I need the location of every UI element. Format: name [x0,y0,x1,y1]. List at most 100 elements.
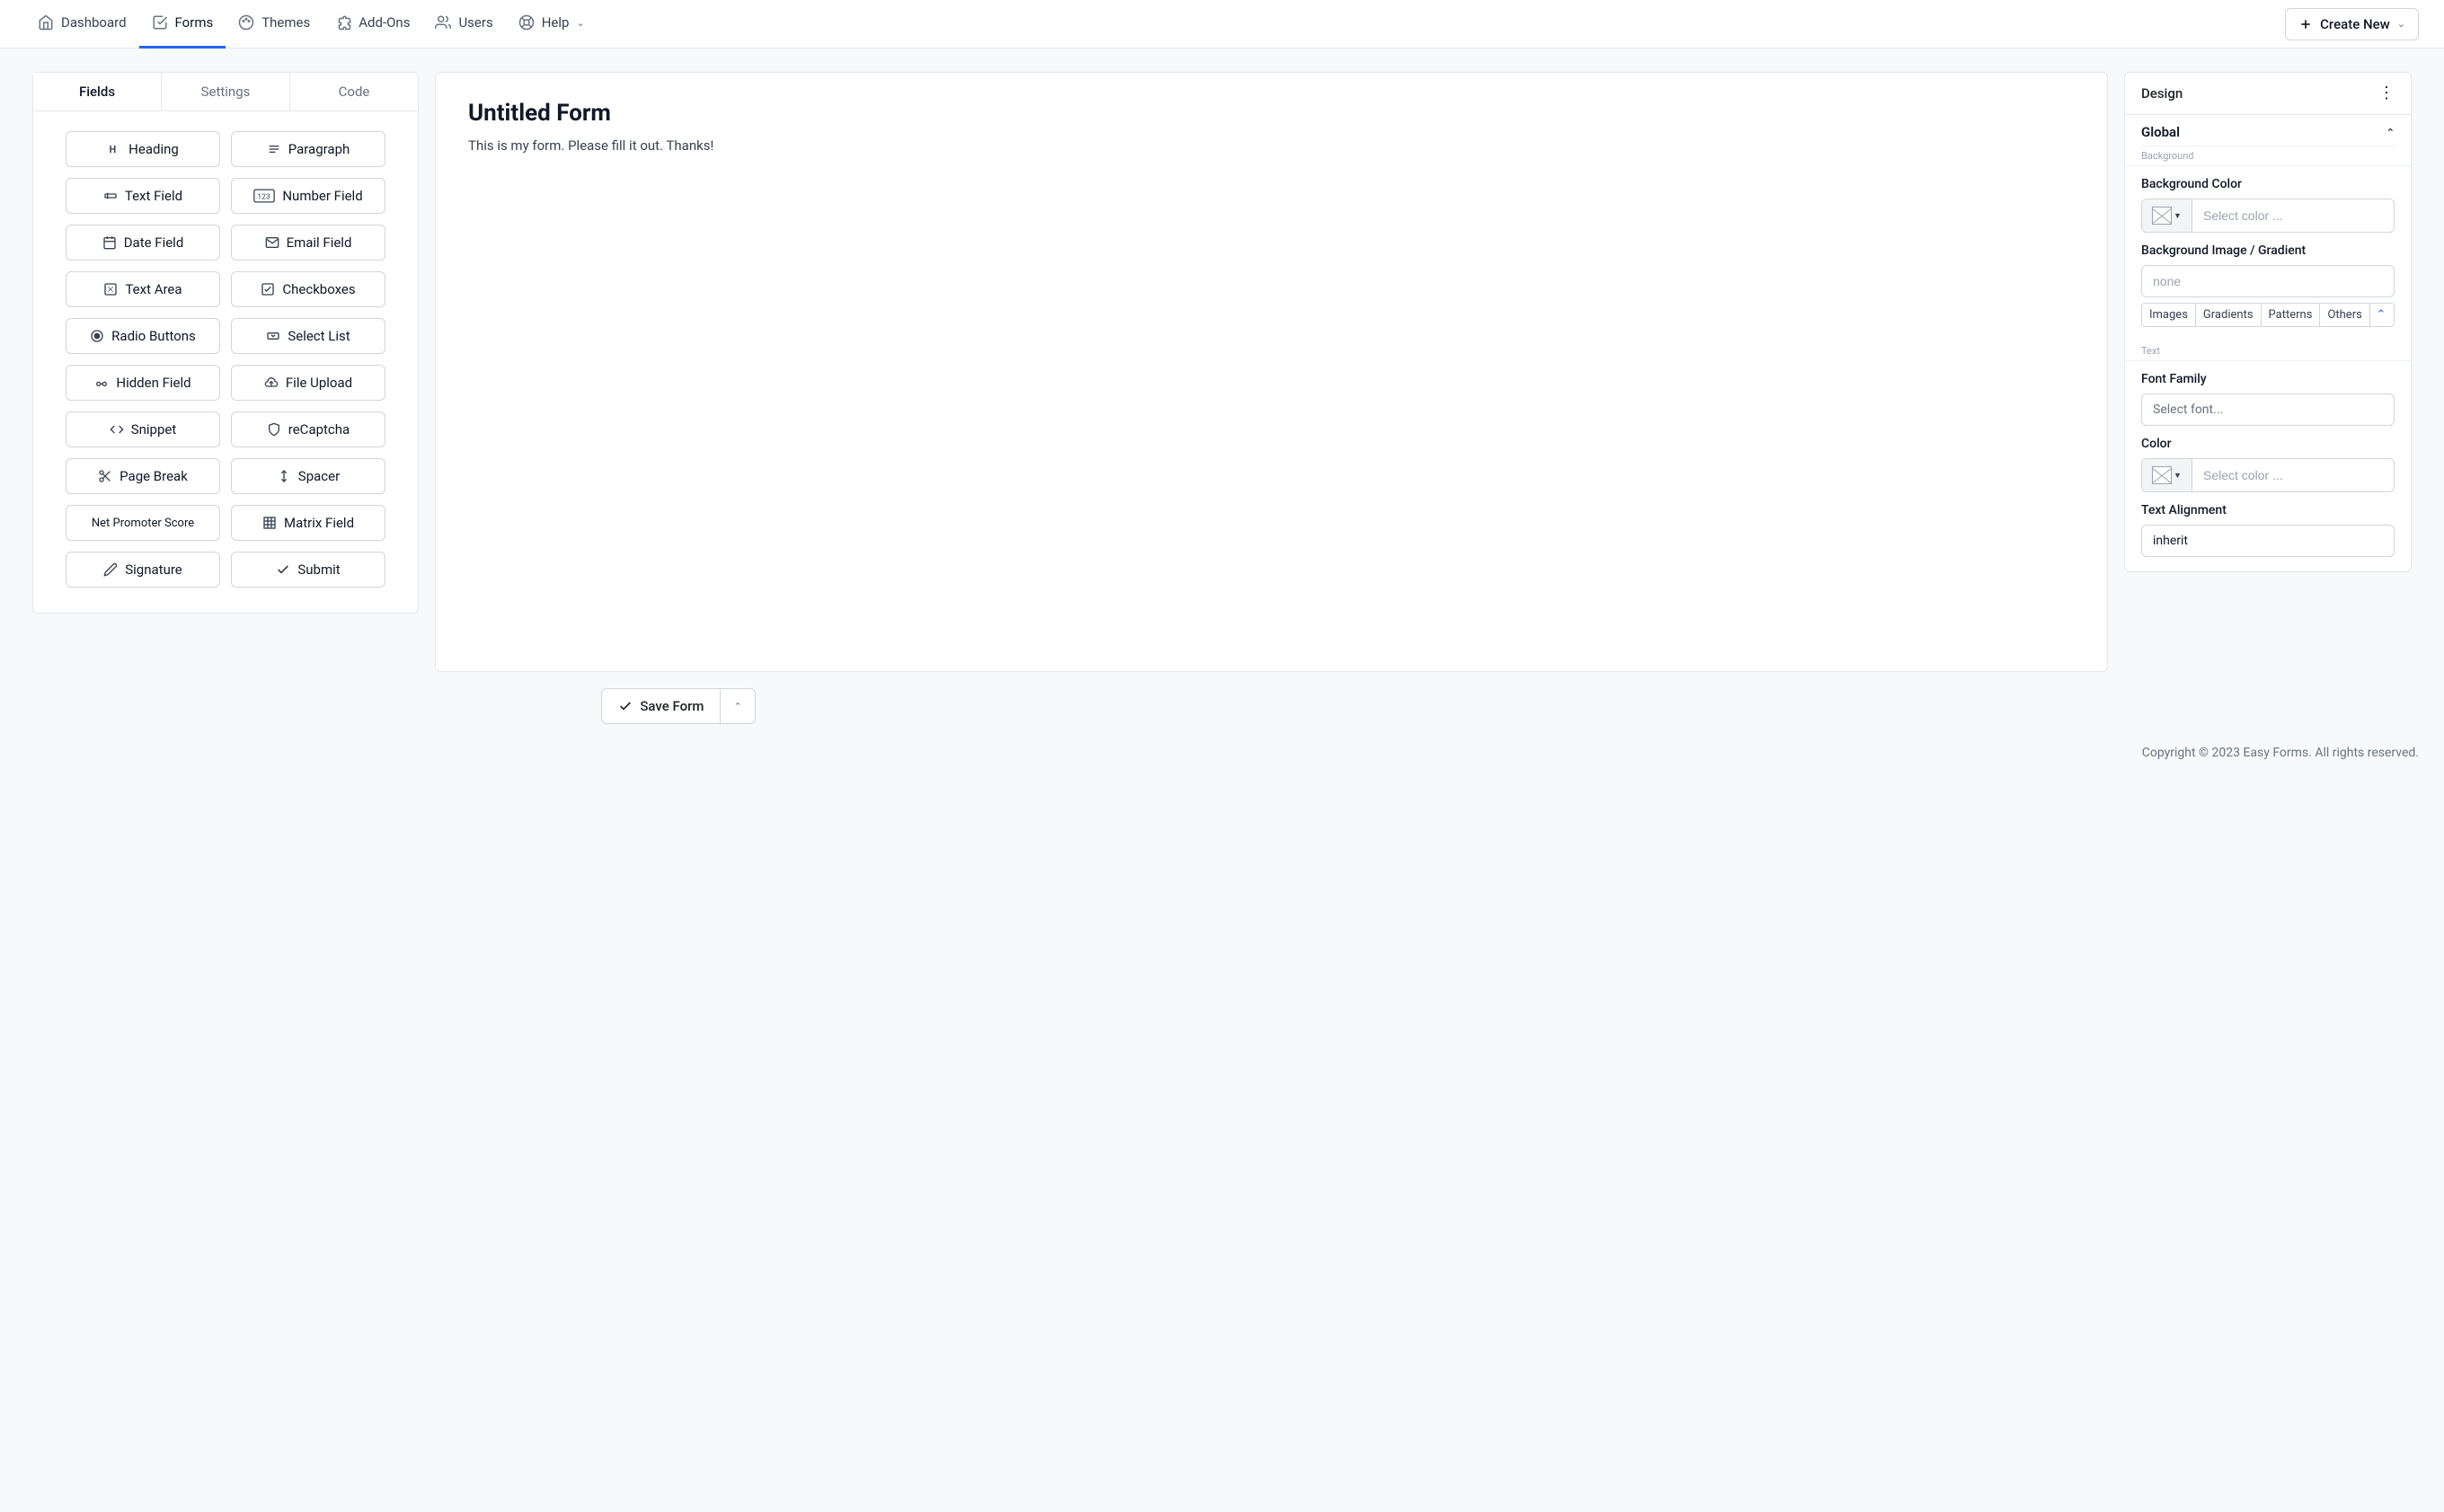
glasses-icon [94,376,109,390]
create-label: Create New [2320,16,2390,32]
field-label: Page Break [120,468,188,484]
pen-icon [103,562,118,577]
field-label: Radio Buttons [111,328,196,344]
fields-grid: H Heading Paragraph Text Field 123 Number … [33,111,418,613]
chevron-up-icon: ⌃ [733,701,741,712]
bg-tab-others[interactable]: Others [2320,304,2369,326]
tab-settings[interactable]: Settings [162,73,290,111]
bg-color-row: ▼ [2141,199,2395,233]
field-text[interactable]: Text Field [66,178,220,214]
nav-forms[interactable]: Forms [139,0,226,49]
text-color-picker[interactable]: ▼ [2142,459,2192,491]
users-icon [435,14,451,31]
radio-icon [90,329,104,343]
field-label: Checkboxes [282,281,355,297]
field-label: Text Area [125,281,182,297]
font-select[interactable]: Select font... [2141,393,2395,426]
check-square-icon [152,14,168,31]
field-label: Heading [128,141,179,157]
field-label: Signature [125,561,182,578]
grid-icon [262,516,277,530]
nav-label: Add-Ons [359,14,410,31]
field-label: Text Field [125,188,182,204]
heading-icon: H [107,142,121,156]
nav-themes[interactable]: Themes [226,0,323,49]
nav-help[interactable]: Help ⌄ [506,0,598,49]
empty-swatch-icon [2152,207,2172,225]
panel-tabs: Fields Settings Code [33,73,418,111]
textarea-icon [103,282,118,296]
field-file[interactable]: File Upload [231,365,385,401]
field-label: Matrix Field [284,515,354,531]
form-canvas[interactable]: Untitled Form This is my form. Please fi… [435,72,2108,672]
field-date[interactable]: Date Field [66,225,220,261]
save-button[interactable]: Save Form [602,689,721,723]
field-number[interactable]: 123 Number Field [231,178,385,214]
nav-users[interactable]: Users [422,0,505,49]
form-title[interactable]: Untitled Form [468,100,2075,127]
field-email[interactable]: Email Field [231,225,385,261]
bg-tab-collapse[interactable]: ⌃ [2370,304,2392,326]
field-recaptcha[interactable]: reCaptcha [231,411,385,447]
field-submit[interactable]: Submit [231,552,385,588]
create-new-button[interactable]: Create New ⌄ [2285,8,2419,40]
field-heading[interactable]: H Heading [66,131,220,167]
chevron-up-icon: ⌃ [2386,127,2395,138]
field-nps[interactable]: Net Promoter Score [66,505,220,541]
field-snippet[interactable]: Snippet [66,411,220,447]
field-matrix[interactable]: Matrix Field [231,505,385,541]
chevron-down-icon: ⌄ [576,17,584,29]
bg-tab-images[interactable]: Images [2142,304,2196,326]
text-section-label: Text [2125,341,2411,361]
nav-label: Forms [175,14,214,31]
top-nav: Dashboard Forms Themes Add-Ons Users [0,0,2444,49]
home-icon [38,14,54,31]
field-textarea[interactable]: Text Area [66,271,220,307]
paragraph-icon [267,142,281,156]
field-signature[interactable]: Signature [66,552,220,588]
field-radio[interactable]: Radio Buttons [66,318,220,354]
chevron-up-icon: ⌃ [2376,308,2386,322]
field-hidden[interactable]: Hidden Field [66,365,220,401]
save-dropdown[interactable]: ⌃ [721,689,754,723]
section-global[interactable]: Global ⌃ [2125,115,2411,146]
nav-addons[interactable]: Add-Ons [323,0,422,49]
align-select[interactable]: inherit [2141,525,2395,557]
svg-text:123: 123 [258,192,271,201]
bg-image-input[interactable] [2141,265,2395,297]
nav-label: Dashboard [61,14,127,31]
bg-tab-patterns[interactable]: Patterns [2262,304,2321,326]
field-select[interactable]: Select List [231,318,385,354]
font-label: Font Family [2141,372,2395,386]
scissors-icon [98,469,112,483]
kebab-icon[interactable]: ⋮ [2378,85,2395,102]
main-content: Fields Settings Code H Heading Paragraph … [0,49,2444,672]
design-body: Background Color ▼ Background Image / Gr… [2125,177,2411,341]
design-panel: Design ⋮ Global ⌃ Background Background … [2124,72,2412,572]
bg-color-input[interactable] [2192,199,2394,232]
section-label: Global [2141,124,2180,140]
nav-label: Themes [261,14,310,31]
field-label: Snippet [131,421,177,438]
tab-fields[interactable]: Fields [33,73,162,111]
number-icon: 123 [253,189,275,203]
field-paragraph[interactable]: Paragraph [231,131,385,167]
chevron-down-icon: ⌄ [2397,18,2405,30]
checkbox-icon [261,282,275,296]
caret-down-icon: ▼ [2174,471,2182,481]
field-pagebreak[interactable]: Page Break [66,458,220,494]
tab-code[interactable]: Code [290,73,418,111]
form-description[interactable]: This is my form. Please fill it out. Tha… [468,137,2075,154]
bg-source-tabs: Images Gradients Patterns Others ⌃ [2141,303,2395,327]
bg-color-picker[interactable]: ▼ [2142,199,2192,232]
field-label: Number Field [282,188,362,204]
bg-tab-gradients[interactable]: Gradients [2196,304,2262,326]
palette-icon [238,14,254,31]
field-label: Spacer [298,468,340,484]
field-spacer[interactable]: Spacer [231,458,385,494]
nav-dashboard[interactable]: Dashboard [25,0,139,49]
text-color-input[interactable] [2192,459,2394,491]
field-label: Email Field [287,234,352,251]
plus-icon [2298,17,2313,31]
field-checkboxes[interactable]: Checkboxes [231,271,385,307]
